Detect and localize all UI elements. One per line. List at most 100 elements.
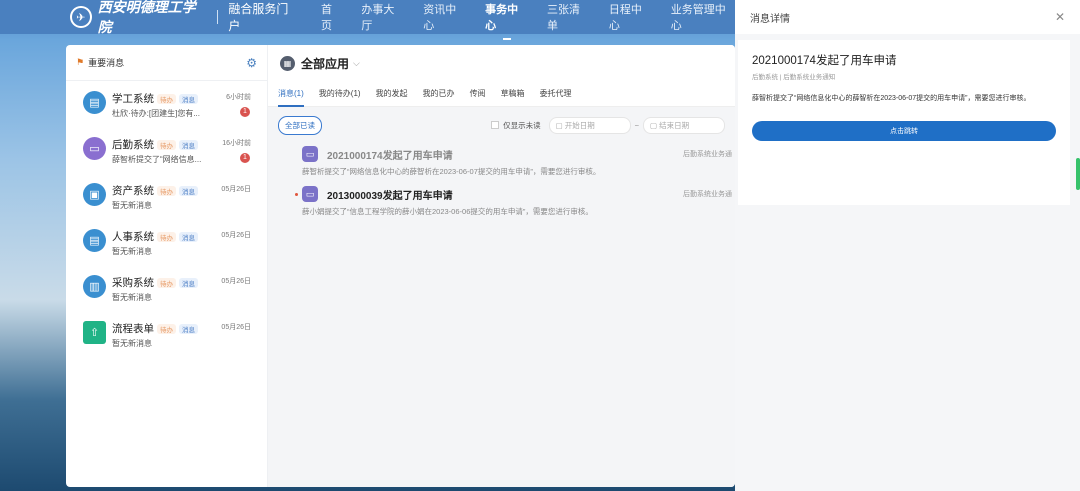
checkbox-label: 仅显示未读 bbox=[503, 120, 541, 130]
system-latest-message: 薛智析提交了“网络信息... bbox=[112, 155, 202, 164]
tab-item[interactable]: 委托代理 bbox=[540, 84, 572, 103]
system-latest-message: 暂无新消息 bbox=[112, 293, 152, 302]
tab-item[interactable]: 消息(1) bbox=[278, 84, 304, 107]
nav-item[interactable]: 办事大厅 bbox=[361, 1, 404, 33]
main-panel: ⚑ 重要消息 ⚙ ▤ 学工系统 待办 消息 杜欣·待办:[团建生]您有... 6小时… bbox=[66, 45, 735, 487]
system-item[interactable]: ▣ 资产系统 待办 消息 暂无新消息 05月26日 bbox=[66, 173, 267, 219]
detail-meta: 后勤系统 | 后勤系统业务通知 bbox=[752, 74, 836, 81]
date-range-separator: ~ bbox=[634, 120, 639, 130]
message-source: 后勤系统业务通 bbox=[683, 191, 732, 198]
message-tag: 消息 bbox=[179, 278, 198, 289]
message-source: 后勤系统业务通 bbox=[683, 151, 732, 158]
jump-button[interactable]: 点击跳转 bbox=[752, 121, 1056, 141]
system-time: 05月26日 bbox=[221, 232, 251, 239]
nav-item[interactable]: 事务中心 bbox=[485, 1, 528, 40]
tab-item[interactable]: 我的已办 bbox=[423, 84, 455, 103]
id-card-icon: ▤ bbox=[83, 229, 106, 252]
checkbox-box[interactable] bbox=[491, 121, 500, 129]
todo-tag: 待办 bbox=[157, 186, 176, 197]
system-item[interactable]: ▤ 学工系统 待办 消息 杜欣·待办:[团建生]您有... 6小时前 1 bbox=[66, 81, 267, 127]
calendar-icon: ▢ bbox=[555, 120, 565, 130]
grid-icon: ▦ bbox=[280, 55, 295, 71]
flag-icon: ⚑ bbox=[76, 57, 85, 67]
system-name: 人事系统 bbox=[112, 231, 154, 243]
divider bbox=[217, 10, 219, 24]
end-date-input[interactable]: ▢ 结束日期 bbox=[643, 116, 725, 134]
detail-title: 2021000174发起了用车申请 bbox=[752, 55, 897, 67]
id-card-icon: ▤ bbox=[83, 91, 106, 114]
system-item[interactable]: ▤ 人事系统 待办 消息 暂无新消息 05月26日 bbox=[66, 219, 267, 265]
unread-only-checkbox[interactable]: 仅显示未读 bbox=[491, 120, 541, 131]
portal-title: 融合服务门户 bbox=[228, 2, 289, 33]
system-item[interactable]: ▥ 采购系统 待办 消息 暂无新消息 05月26日 bbox=[66, 265, 267, 311]
gear-icon[interactable]: ⚙ bbox=[246, 56, 257, 70]
start-date-input[interactable]: ▢ 开始日期 bbox=[548, 116, 631, 134]
chevron-down-icon[interactable]: ⌵ bbox=[353, 58, 360, 69]
message-title: 2021000174发起了用车申请 bbox=[327, 151, 453, 162]
calendar-icon: ▢ bbox=[650, 120, 660, 130]
upload-icon: ⇧ bbox=[83, 321, 106, 344]
tab-item[interactable]: 我的待办(1) bbox=[319, 84, 361, 103]
system-time: 05月26日 bbox=[221, 324, 251, 331]
end-date-placeholder: 结束日期 bbox=[659, 120, 690, 130]
nav-item[interactable]: 三张清单 bbox=[547, 1, 590, 33]
todo-tag: 待办 bbox=[157, 232, 176, 243]
nav-item[interactable]: 首页 bbox=[321, 1, 342, 33]
mark-all-read-button[interactable]: 全部已读 bbox=[278, 115, 322, 135]
system-name: 流程表单 bbox=[112, 323, 154, 335]
message-detail-drawer: 消息详情 ✕ 2021000174发起了用车申请 后勤系统 | 后勤系统业务通知… bbox=[735, 0, 1080, 491]
close-icon[interactable]: ✕ bbox=[1055, 10, 1065, 24]
todo-tag: 待办 bbox=[157, 324, 176, 335]
college-logo[interactable]: ✈ 西安明德理工学院 bbox=[70, 0, 207, 37]
system-time: 05月26日 bbox=[221, 186, 251, 193]
main-nav: 首页 办事大厅 资讯中心 事务中心 三张清单 日程中心 业务管理中心 bbox=[321, 1, 735, 40]
message-tag: 消息 bbox=[179, 94, 198, 105]
unread-dot bbox=[295, 193, 298, 196]
message-title: 2013000039发起了用车申请 bbox=[327, 191, 453, 202]
system-item[interactable]: ▭ 后勤系统 待办 消息 薛智析提交了“网络信息... 16小时前 1 bbox=[66, 127, 267, 173]
scrollbar[interactable] bbox=[1076, 158, 1080, 190]
nav-item[interactable]: 业务管理中心 bbox=[671, 1, 735, 33]
tab-item[interactable]: 草稿箱 bbox=[501, 84, 525, 103]
calendar-icon: ▭ bbox=[83, 137, 106, 160]
system-latest-message: 暂无新消息 bbox=[112, 247, 152, 256]
system-name: 资产系统 bbox=[112, 185, 154, 197]
system-time: 16小时前 bbox=[222, 140, 251, 147]
system-item[interactable]: ⇧ 流程表单 待办 消息 暂无新消息 05月26日 bbox=[66, 311, 267, 357]
todo-tag: 待办 bbox=[157, 278, 176, 289]
system-latest-message: 暂无新消息 bbox=[112, 201, 152, 210]
logo-text: 西安明德理工学院 bbox=[97, 0, 196, 36]
todo-tag: 待办 bbox=[157, 140, 176, 151]
detail-text: 薛智析提交了“网络信息化中心的薛智析在2023-06-07提交的用车申请”，需要… bbox=[752, 95, 1031, 102]
system-name: 后勤系统 bbox=[112, 139, 154, 151]
nav-item[interactable]: 资讯中心 bbox=[423, 1, 466, 33]
unread-badge: 1 bbox=[240, 107, 250, 117]
important-messages-panel: ⚑ 重要消息 ⚙ ▤ 学工系统 待办 消息 杜欣·待办:[团建生]您有... 6小时… bbox=[66, 45, 268, 487]
applications-panel: ▦ 全部应用 ⌵ 消息(1) 我的待办(1) 我的发起 我的已办 传阅 草稿箱 委托代理 全… bbox=[268, 45, 735, 487]
document-icon: ▥ bbox=[83, 275, 106, 298]
message-tag: 消息 bbox=[179, 186, 198, 197]
emblem-icon: ✈ bbox=[70, 6, 92, 28]
todo-tag: 待办 bbox=[157, 94, 176, 105]
message-tabs: 消息(1) 我的待办(1) 我的发起 我的已办 传阅 草稿箱 委托代理 bbox=[268, 81, 735, 107]
unread-badge: 1 bbox=[240, 153, 250, 163]
tab-item[interactable]: 我的发起 bbox=[376, 84, 408, 103]
message-detail-card: 2021000174发起了用车申请 后勤系统 | 后勤系统业务通知 薛智析提交了… bbox=[738, 40, 1070, 205]
start-date-placeholder: 开始日期 bbox=[564, 120, 595, 130]
system-time: 6小时前 bbox=[226, 94, 251, 101]
calendar-icon: ▭ bbox=[302, 186, 318, 202]
message-tag: 消息 bbox=[179, 140, 198, 151]
system-name: 采购系统 bbox=[112, 277, 154, 289]
nav-item[interactable]: 日程中心 bbox=[609, 1, 652, 33]
top-navigation-bar: ✈ 西安明德理工学院 融合服务门户 首页 办事大厅 资讯中心 事务中心 三张清单 日程中心… bbox=[0, 0, 735, 40]
system-latest-message: 暂无新消息 bbox=[112, 339, 152, 348]
message-item[interactable]: ▭ 2013000039发起了用车申请 后勤系统业务通 薛小娟提交了“信息工程学… bbox=[295, 183, 735, 223]
asset-icon: ▣ bbox=[83, 183, 106, 206]
message-description: 薛智析提交了“网络信息化中心的薛智析在2023-06-07提交的用车申请”，需要… bbox=[302, 167, 601, 176]
app-filter-title[interactable]: 全部应用 bbox=[301, 55, 349, 72]
tab-item[interactable]: 传阅 bbox=[470, 84, 486, 103]
system-name: 学工系统 bbox=[112, 93, 154, 105]
message-tag: 消息 bbox=[179, 232, 198, 243]
message-description: 薛小娟提交了“信息工程学院的薛小娟在2023-06-06提交的用车申请”，需要您… bbox=[302, 207, 593, 216]
message-item[interactable]: ▭ 2021000174发起了用车申请 后勤系统业务通 薛智析提交了“网络信息化… bbox=[302, 143, 735, 183]
